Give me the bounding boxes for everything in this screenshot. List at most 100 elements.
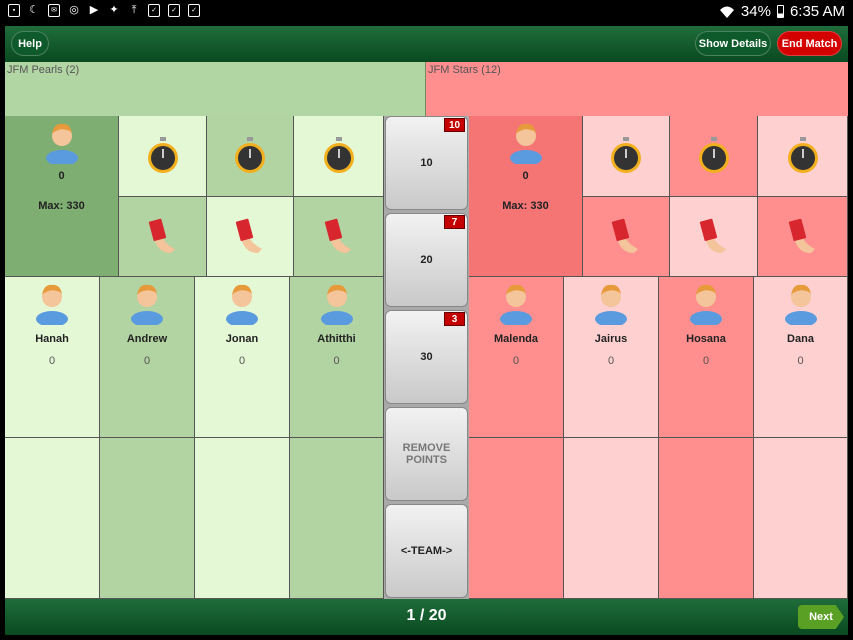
stopwatch-icon bbox=[611, 137, 641, 173]
youtube-icon: ▶ bbox=[89, 4, 99, 16]
clock-text: 6:35 AM bbox=[789, 3, 845, 20]
team-left-max: Max: 330 bbox=[38, 200, 85, 212]
empty-player-slot[interactable] bbox=[469, 438, 564, 599]
player-score: 0 bbox=[797, 355, 804, 367]
player-name: Hosana bbox=[686, 333, 726, 345]
player-name: Jonan bbox=[225, 333, 259, 345]
points-10-button[interactable]: 10 10 bbox=[385, 116, 468, 210]
player-card[interactable]: Malenda 0 bbox=[469, 277, 564, 438]
person-icon bbox=[595, 284, 627, 325]
top-toolbar: Help Show Details End Match bbox=[5, 26, 848, 62]
team-right-card-1[interactable] bbox=[583, 197, 670, 277]
moon-icon: ☾ bbox=[29, 4, 39, 16]
team-left-timer-1[interactable] bbox=[119, 116, 207, 197]
red-card-icon bbox=[611, 218, 638, 253]
app-notification-icon: ✉ bbox=[48, 4, 60, 17]
points-label: 30 bbox=[420, 351, 433, 363]
player-card[interactable]: Dana 0 bbox=[754, 277, 848, 438]
player-score: 0 bbox=[238, 355, 246, 367]
points-20-button[interactable]: 20 7 bbox=[385, 213, 468, 307]
team-left-timer-2[interactable] bbox=[207, 116, 294, 197]
person-icon bbox=[509, 123, 542, 164]
show-details-button[interactable]: Show Details bbox=[695, 31, 771, 56]
red-card-icon bbox=[324, 218, 351, 253]
player-card[interactable]: Athitthi 0 bbox=[290, 277, 384, 438]
player-name: Jairus bbox=[594, 333, 628, 345]
bag-icon: ✓ bbox=[148, 4, 160, 17]
team-left-card-3[interactable] bbox=[294, 197, 384, 277]
player-name: Hanah bbox=[35, 333, 69, 345]
team-right-card-2[interactable] bbox=[670, 197, 758, 277]
empty-player-slot[interactable] bbox=[290, 438, 384, 599]
stopwatch-icon bbox=[698, 137, 729, 173]
remove-points-button[interactable]: REMOVE POINTS bbox=[385, 407, 468, 501]
person-icon bbox=[500, 284, 532, 325]
empty-player-slot[interactable] bbox=[100, 438, 195, 599]
team-right-timer-2[interactable] bbox=[670, 116, 758, 197]
gallery-icon: ▪ bbox=[8, 4, 20, 17]
player-name: Dana bbox=[787, 333, 814, 345]
person-icon bbox=[131, 284, 163, 325]
bag-icon: ✓ bbox=[188, 4, 200, 17]
empty-player-slot[interactable] bbox=[195, 438, 290, 599]
team-left-header[interactable]: JFM Pearls (2) bbox=[5, 62, 426, 116]
empty-player-slot[interactable] bbox=[754, 438, 848, 599]
team-right-timer-3[interactable] bbox=[758, 116, 848, 197]
empty-player-slot[interactable] bbox=[659, 438, 754, 599]
points-count-badge: 3 bbox=[444, 312, 465, 326]
points-30-button[interactable]: 30 3 bbox=[385, 310, 468, 404]
question-pager: 1 / 20 bbox=[406, 607, 447, 624]
team-right-header[interactable]: JFM Stars (12) bbox=[426, 62, 848, 116]
team-right-max: Max: 330 bbox=[502, 200, 549, 212]
team-right-summary[interactable]: 0 Max: 330 bbox=[469, 116, 583, 277]
player-score: 0 bbox=[333, 355, 340, 367]
person-icon bbox=[36, 284, 68, 325]
end-match-button[interactable]: End Match bbox=[777, 31, 842, 56]
player-card[interactable]: Hosana 0 bbox=[659, 277, 754, 438]
player-name: Malenda bbox=[493, 333, 538, 345]
help-button[interactable]: Help bbox=[11, 31, 49, 56]
stopwatch-icon bbox=[323, 137, 354, 173]
battery-text: 34% bbox=[740, 3, 771, 20]
bottom-bar: 1 / 20 Next bbox=[5, 599, 848, 635]
player-card[interactable]: Andrew 0 bbox=[100, 277, 195, 438]
player-score: 0 bbox=[607, 355, 615, 367]
wifi-icon bbox=[719, 6, 734, 18]
person-icon bbox=[226, 284, 258, 325]
team-left-score: 0 bbox=[58, 170, 65, 182]
team-right-score: 0 bbox=[522, 170, 529, 182]
player-name: Athitthi bbox=[317, 333, 356, 345]
sync-icon: ◎ bbox=[69, 4, 79, 16]
team-left-timer-3[interactable] bbox=[294, 116, 384, 197]
player-card[interactable]: Jonan 0 bbox=[195, 277, 290, 438]
app-root: ▪ ☾ ✉ ◎ ▶ ✦ ⤒ ✓ ✓ ✓ 34% 6:35 AM Help Sho… bbox=[0, 0, 853, 640]
team-right-timer-1[interactable] bbox=[583, 116, 670, 197]
team-right-card-3[interactable] bbox=[758, 197, 848, 277]
person-icon bbox=[690, 284, 722, 325]
bag-icon: ✓ bbox=[168, 4, 180, 17]
team-left-card-2[interactable] bbox=[207, 197, 294, 277]
points-label: 20 bbox=[420, 254, 433, 266]
team-left-card-1[interactable] bbox=[119, 197, 207, 277]
dropbox-icon: ✦ bbox=[109, 4, 119, 16]
empty-player-slot[interactable] bbox=[564, 438, 659, 599]
points-label: 10 bbox=[420, 157, 433, 169]
person-icon bbox=[45, 123, 78, 164]
red-card-icon bbox=[235, 218, 262, 253]
player-card[interactable]: Hanah 0 bbox=[5, 277, 100, 438]
red-card-icon bbox=[788, 218, 815, 253]
team-toggle-button[interactable]: <-TEAM-> bbox=[385, 504, 468, 598]
team-left-summary[interactable]: 0 Max: 330 bbox=[5, 116, 119, 277]
points-count-badge: 10 bbox=[444, 118, 465, 132]
person-icon bbox=[784, 284, 817, 325]
player-card[interactable]: Jairus 0 bbox=[564, 277, 659, 438]
stopwatch-icon bbox=[235, 137, 265, 173]
player-score: 0 bbox=[48, 355, 56, 367]
person-icon bbox=[320, 284, 353, 325]
battery-icon bbox=[776, 5, 784, 18]
next-button[interactable]: Next bbox=[798, 605, 844, 629]
empty-player-slot[interactable] bbox=[5, 438, 100, 599]
upload-icon: ⤒ bbox=[131, 4, 137, 16]
red-card-icon bbox=[148, 218, 175, 253]
status-bar: ▪ ☾ ✉ ◎ ▶ ✦ ⤒ ✓ ✓ ✓ 34% 6:35 AM bbox=[0, 0, 853, 24]
